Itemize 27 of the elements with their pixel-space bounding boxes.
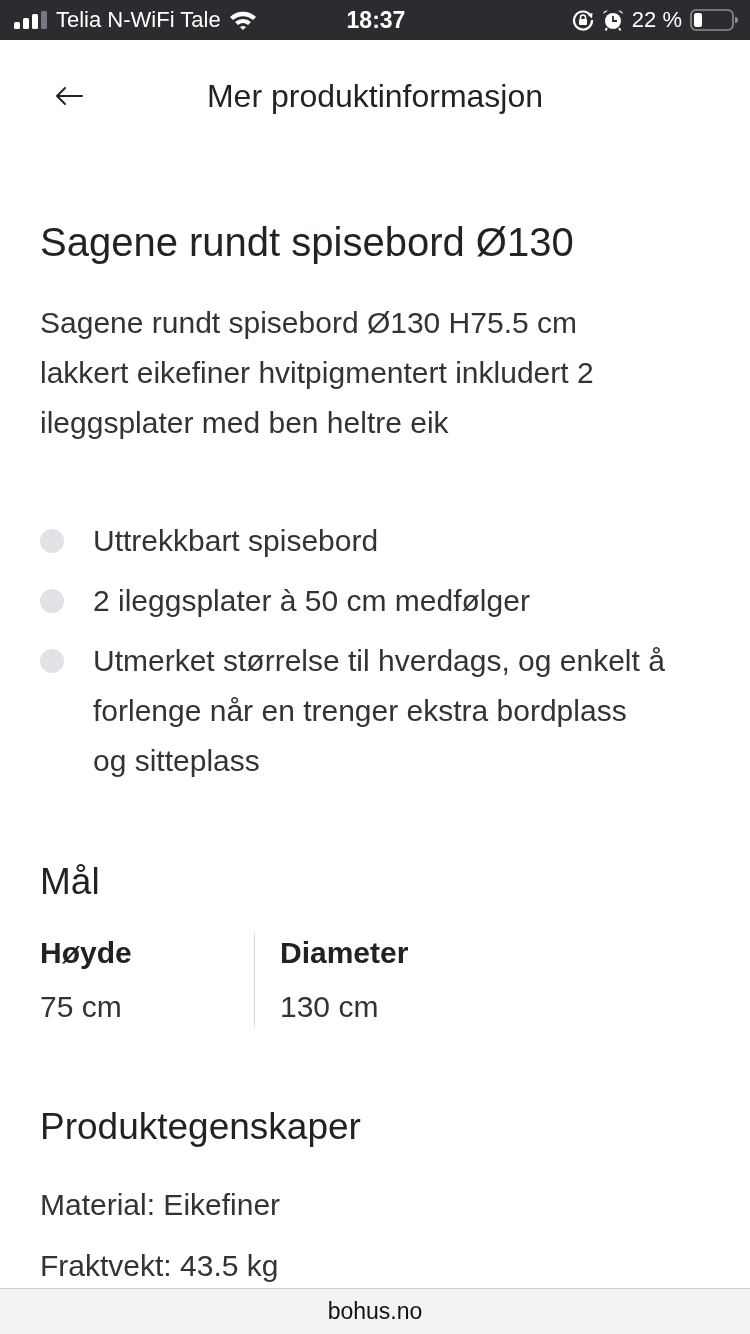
- section-title: Produktegenskaper: [40, 1105, 362, 1149]
- bullet-icon: [40, 529, 64, 553]
- section-title: Mål: [40, 860, 101, 904]
- property-text: Material: Eikefiner: [40, 1187, 281, 1223]
- product-description: Sagene rundt spisebord Ø130 H75.5 cm lakkert eikefiner hvitpigmentert inkludert 2 ileggsplater med ben heltre eik: [40, 305, 595, 441]
- carrier-name: Telia N-WiFi Tale: [56, 7, 221, 33]
- feature-text: Uttrekkbart spisebord: [93, 523, 379, 559]
- address-bar[interactable]: bohus.no: [0, 1288, 750, 1334]
- feature-text: 2 ileggsplater à 50 cm medfølger: [93, 583, 530, 619]
- alarm-clock-icon: [601, 9, 624, 31]
- battery-icon: [690, 9, 738, 31]
- clock-time: 18:37: [346, 7, 406, 33]
- dimension-label: Diameter: [280, 935, 410, 971]
- product-title: Sagene rundt spisebord Ø130: [40, 220, 575, 264]
- feature-text: Utmerket størrelse til hverdags, og enkelt å forlenge når en trenger ekstra bordplass og sitteplass: [93, 643, 666, 779]
- dimension-value: 75 cm: [40, 989, 123, 1025]
- property-text: Fraktvekt: 43.5 kg: [40, 1248, 279, 1284]
- rotation-lock-icon: [571, 9, 594, 31]
- bullet-icon: [40, 589, 64, 613]
- signal-icon: [14, 11, 48, 29]
- dimension-label: Høyde: [40, 935, 133, 971]
- page-title: Mer produktinformasjon: [206, 77, 544, 116]
- back-arrow-icon: [55, 86, 83, 106]
- wifi-icon: [228, 10, 257, 30]
- dimension-value: 130 cm: [280, 989, 380, 1025]
- bullet-icon: [40, 649, 64, 673]
- battery-percent: 22 %: [631, 7, 682, 33]
